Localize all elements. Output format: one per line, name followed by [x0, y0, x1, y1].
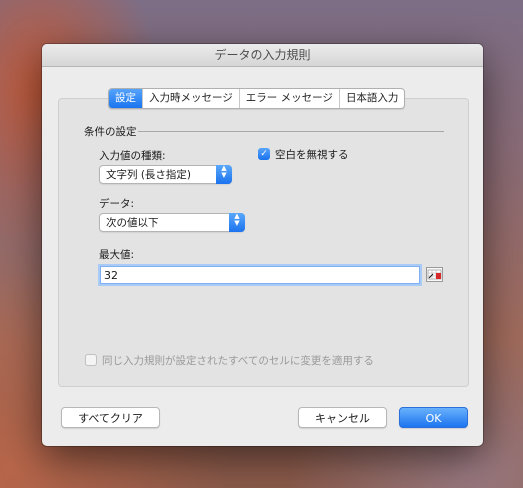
section-divider [138, 131, 444, 132]
clear-all-button[interactable]: すべてクリア [61, 407, 160, 428]
apply-all-label: 同じ入力規則が設定されたすべてのセルに変更を適用する [102, 355, 374, 367]
allow-label: 入力値の種類: [99, 150, 166, 162]
maximum-input[interactable]: 32 [100, 266, 420, 284]
tab-input-message[interactable]: 入力時メッセージ [142, 89, 239, 108]
tab-bar: 設定 入力時メッセージ エラー メッセージ 日本語入力 [108, 88, 406, 109]
ignore-blank-label: 空白を無視する [275, 149, 349, 161]
ignore-blank-checkbox[interactable]: ✓ [258, 148, 270, 160]
range-select-icon[interactable] [426, 267, 443, 282]
data-label: データ: [99, 198, 135, 210]
settings-panel [58, 98, 469, 387]
maximum-label: 最大値: [99, 249, 135, 261]
section-title: 条件の設定 [84, 126, 137, 138]
data-popup-value: 次の値以下 [106, 217, 159, 229]
cancel-button[interactable]: キャンセル [298, 407, 387, 428]
tab-error-message[interactable]: エラー メッセージ [238, 89, 339, 108]
tab-japanese-input[interactable]: 日本語入力 [338, 89, 405, 108]
data-validation-dialog: データの入力規則 設定 入力時メッセージ エラー メッセージ 日本語入力 条件の… [42, 44, 483, 446]
dialog-title: データの入力規則 [42, 44, 483, 67]
ok-button[interactable]: OK [399, 407, 468, 428]
chevron-up-down-icon: ▲ ▼ [216, 165, 232, 184]
chevron-up-down-icon: ▲ ▼ [229, 213, 245, 232]
apply-all-checkbox[interactable] [85, 354, 97, 366]
allow-popup[interactable]: 文字列 (長さ指定) ▲ ▼ [99, 165, 232, 184]
allow-popup-value: 文字列 (長さ指定) [106, 169, 192, 181]
tab-settings[interactable]: 設定 [109, 89, 142, 108]
data-popup[interactable]: 次の値以下 ▲ ▼ [99, 213, 245, 232]
